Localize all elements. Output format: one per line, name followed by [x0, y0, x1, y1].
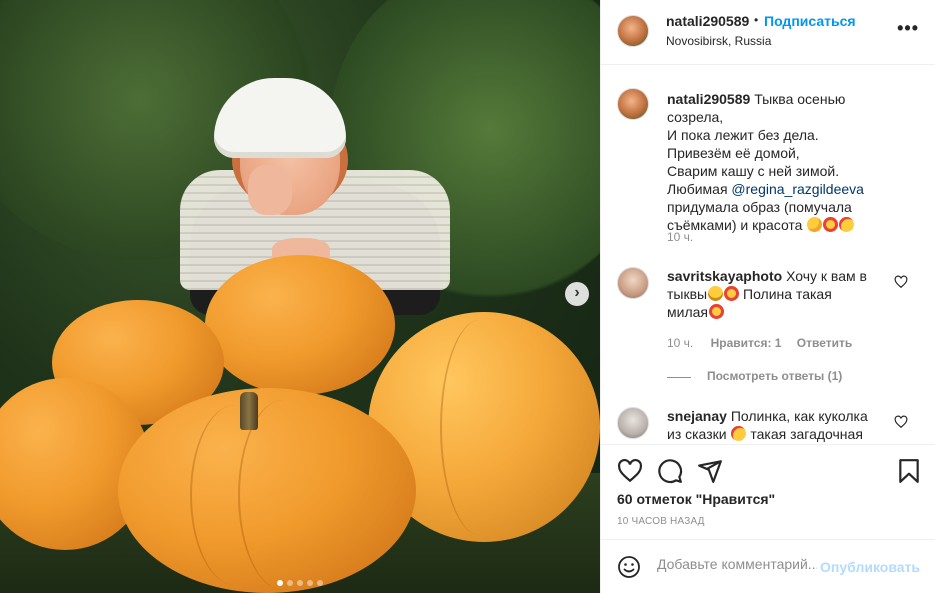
- carousel-dot: [317, 580, 323, 586]
- comment: snejanay Полинка, как куколка из сказки …: [667, 407, 887, 443]
- comment-text: такая загадочная: [750, 426, 863, 442]
- follow-button[interactable]: Подписаться: [764, 13, 856, 29]
- star-struck-icon: [724, 286, 740, 301]
- comment-input[interactable]: [657, 556, 817, 572]
- comment-time[interactable]: 10 ч.: [667, 336, 693, 350]
- avatar[interactable]: [617, 88, 649, 120]
- comment-likes[interactable]: Нравится: 1: [711, 336, 782, 350]
- carousel-dot: [307, 580, 313, 586]
- share-icon[interactable]: [697, 458, 723, 484]
- comment-meta: 10 ч. Нравится: 1 Ответить: [667, 336, 852, 350]
- comment-username[interactable]: savritskayaphoto: [667, 268, 782, 284]
- header-username[interactable]: natali290589: [666, 13, 749, 29]
- comment-username[interactable]: snejanay: [667, 408, 727, 424]
- post-header: natali290589 • Подписаться Novosibirsk, …: [601, 0, 935, 65]
- post-time[interactable]: 10 ЧАСОВ НАЗАД: [617, 516, 705, 527]
- likes-count[interactable]: 60 отметок "Нравится": [617, 491, 775, 507]
- avatar[interactable]: [617, 407, 649, 439]
- like-comment-icon[interactable]: [894, 415, 908, 429]
- face-blowing-kiss-icon: [807, 217, 823, 232]
- view-replies-button[interactable]: Посмотреть ответы (1): [707, 369, 842, 383]
- smiling-hearts-icon: [731, 426, 747, 441]
- publish-button[interactable]: Опубликовать: [820, 559, 920, 575]
- comment-text: из сказки: [667, 426, 727, 442]
- separator-dot: •: [754, 13, 759, 27]
- comment-text: Полинка, как куколка: [730, 408, 868, 424]
- caption-line: Привезём её домой,: [667, 145, 800, 161]
- star-struck-icon: [708, 304, 724, 319]
- post-sidebar: natali290589 • Подписаться Novosibirsk, …: [600, 0, 935, 593]
- avatar[interactable]: [617, 267, 649, 299]
- caption-username[interactable]: natali290589: [667, 91, 750, 107]
- pumpkin-rib: [190, 405, 280, 585]
- mention-link[interactable]: @regina_razgildeeva: [731, 181, 864, 197]
- post-actions: 60 отметок "Нравится" 10 ЧАСОВ НАЗАД: [601, 444, 935, 539]
- comment: savritskayaphoto Хочу к вам в тыквы Поли…: [667, 267, 887, 321]
- carousel-dot: [277, 580, 283, 586]
- sad-face-icon: [708, 286, 724, 301]
- carousel-dot: [297, 580, 303, 586]
- caption-line: Любимая: [667, 181, 732, 197]
- caption: natali290589 Тыква осенью созрела, И пок…: [667, 90, 897, 234]
- smiling-hearts-icon: [839, 217, 855, 232]
- carousel-dot: [287, 580, 293, 586]
- location-link[interactable]: Novosibirsk, Russia: [666, 34, 771, 48]
- pumpkin-rib: [440, 320, 520, 535]
- comment-text: тыквы: [667, 286, 708, 302]
- reply-button[interactable]: Ответить: [797, 336, 852, 350]
- post-photo[interactable]: ›: [0, 0, 600, 593]
- heart-icon[interactable]: [617, 458, 643, 484]
- like-comment-icon[interactable]: [894, 275, 908, 289]
- comments-list[interactable]: natali290589 Тыква осенью созрела, И пок…: [601, 66, 935, 444]
- add-comment-bar: Опубликовать: [601, 539, 935, 593]
- caption-time[interactable]: 10 ч.: [667, 230, 693, 244]
- avatar[interactable]: [617, 15, 649, 47]
- pumpkin: [205, 255, 395, 395]
- bookmark-icon[interactable]: [896, 458, 922, 484]
- more-options-icon[interactable]: •••: [897, 18, 919, 39]
- emoji-picker-icon[interactable]: [617, 555, 641, 579]
- comment-icon[interactable]: [657, 458, 683, 484]
- pumpkin-stem: [240, 392, 258, 430]
- caption-line: Сварим кашу с ней зимой.: [667, 163, 840, 179]
- replies-divider: [667, 377, 691, 378]
- comment-text: милая: [667, 304, 708, 320]
- girl-hand: [248, 165, 292, 215]
- caption-line: придумала образ (помучала: [667, 199, 852, 215]
- next-photo-button[interactable]: ›: [565, 282, 589, 306]
- comment-text: Хочу к вам в: [786, 268, 867, 284]
- star-struck-icon: [823, 217, 839, 232]
- caption-line: И пока лежит без дела.: [667, 127, 819, 143]
- comment-text: Полина такая: [743, 286, 832, 302]
- carousel-dots: [0, 573, 600, 589]
